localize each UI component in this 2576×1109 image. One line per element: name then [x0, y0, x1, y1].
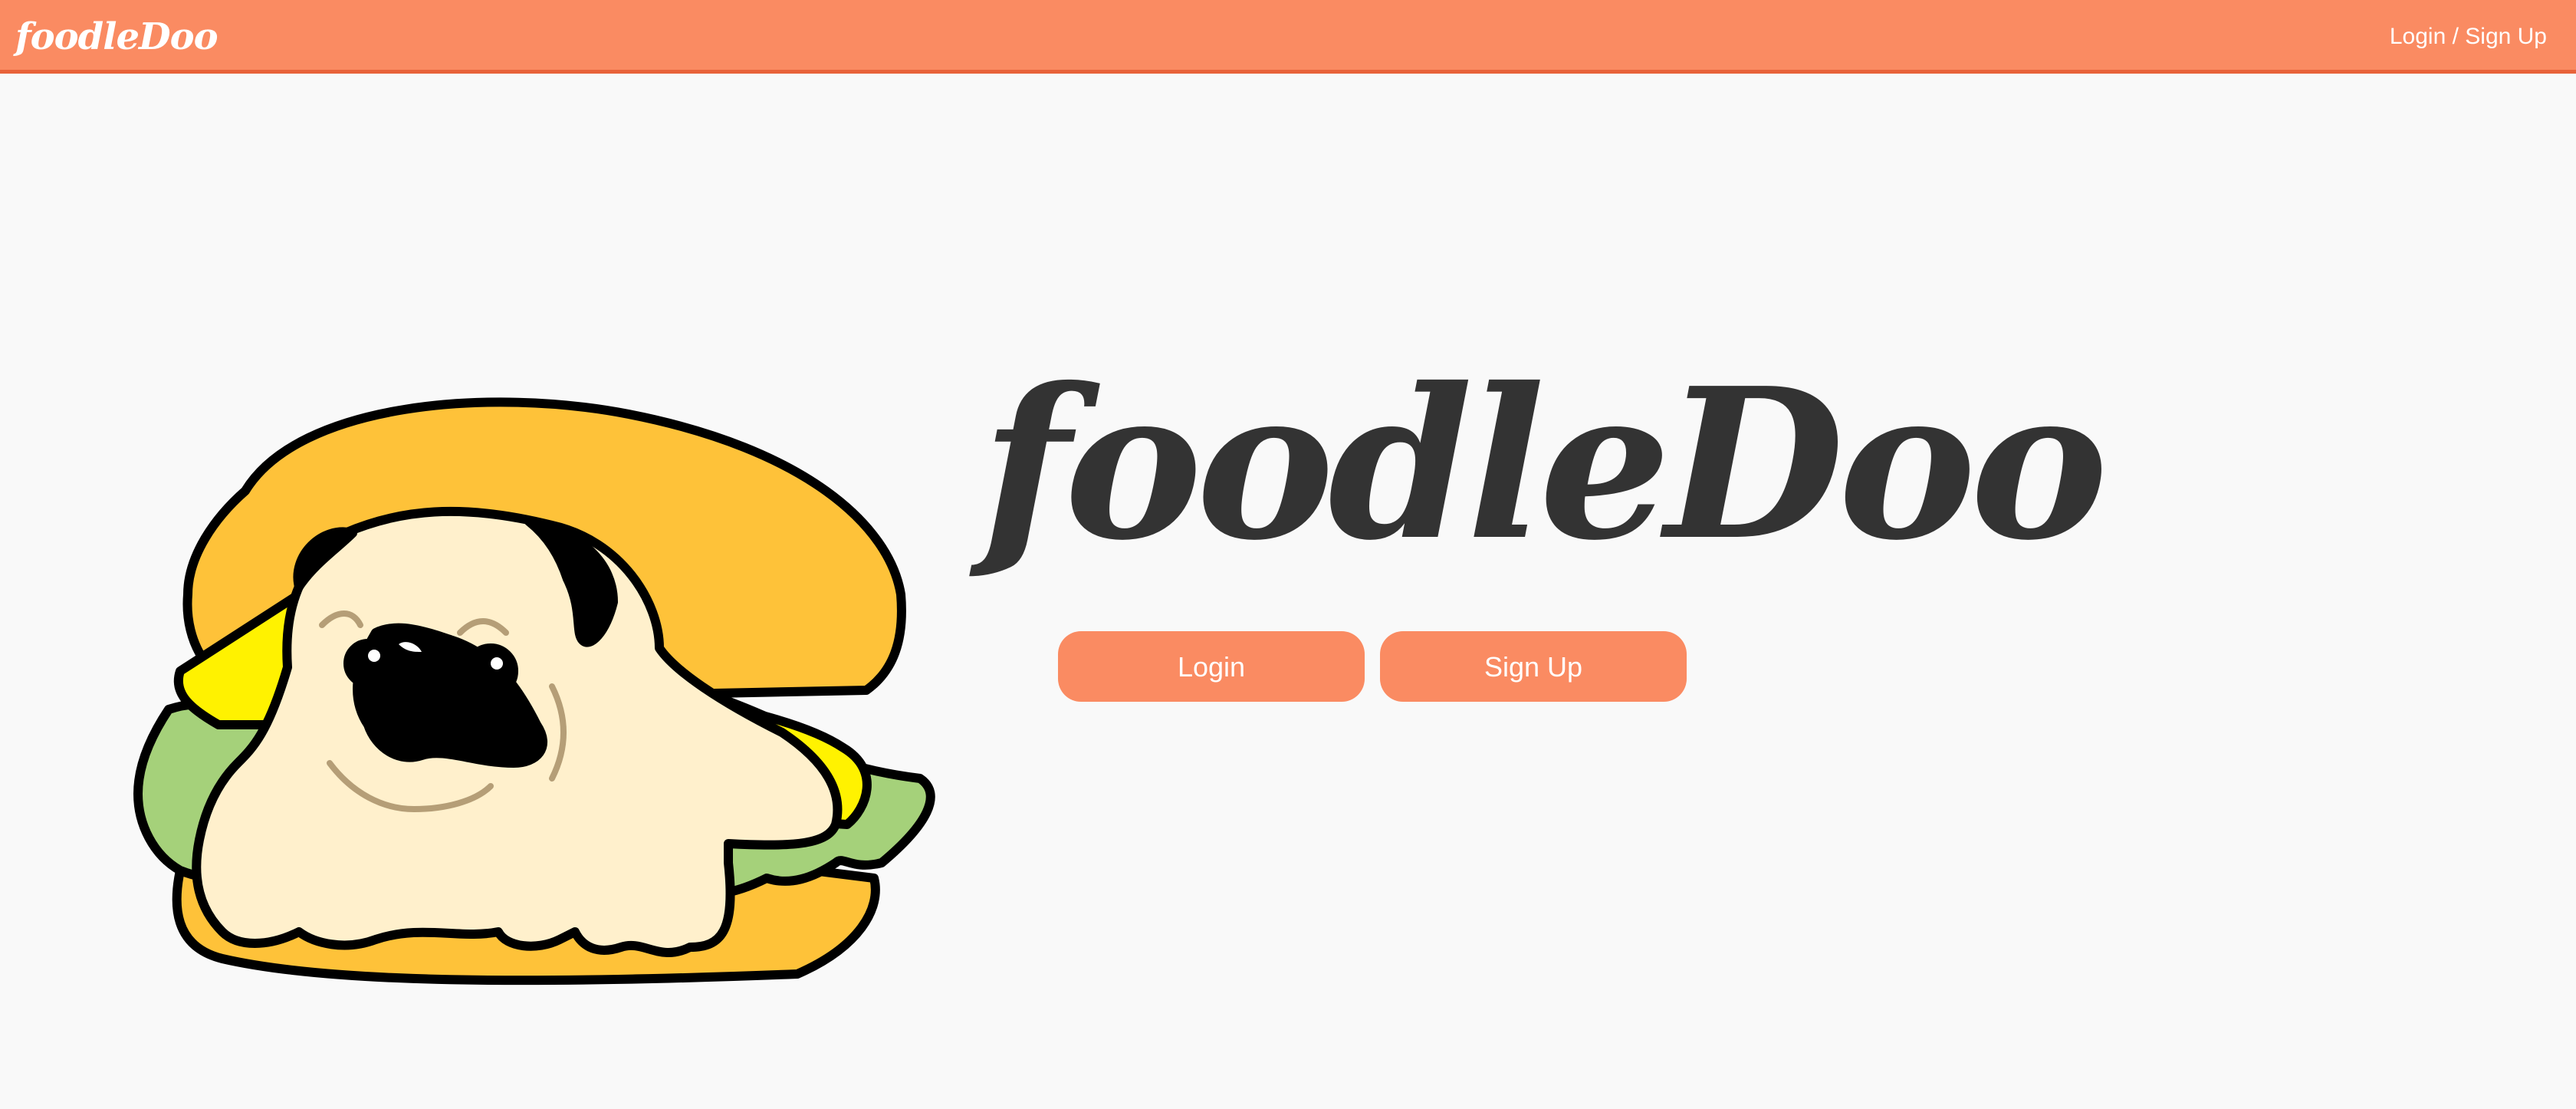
login-button[interactable]: Login	[1058, 631, 1365, 702]
top-navbar: foodleDoo Login / Sign Up	[0, 0, 2576, 74]
hero-title: foodleDoo	[981, 342, 2108, 586]
brand-logo-link[interactable]: foodleDoo	[15, 9, 219, 64]
nav-login-signup-link[interactable]: Login / Sign Up	[2390, 18, 2547, 55]
pug-in-burger-icon	[133, 397, 935, 986]
signup-button[interactable]: Sign Up	[1380, 631, 1687, 702]
